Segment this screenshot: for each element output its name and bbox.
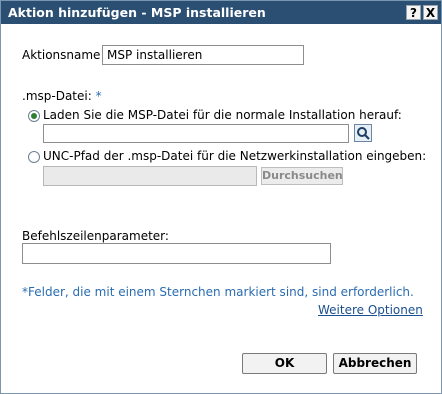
action-name-label: Aktionsname — [22, 48, 101, 62]
magnifier-icon — [357, 127, 370, 140]
required-marker: * — [95, 89, 102, 103]
required-fields-note: *Felder, die mit einem Sternchen markier… — [22, 285, 414, 299]
unc-path-input[interactable] — [43, 166, 257, 186]
radio-upload-msp[interactable] — [28, 110, 40, 122]
close-button[interactable]: X — [423, 5, 438, 20]
upload-file-input[interactable] — [43, 124, 349, 143]
radio-unc-label[interactable]: UNC-Pfad der .msp-Datei für die Netzwerk… — [43, 149, 426, 163]
browse-file-button[interactable] — [354, 124, 372, 142]
cmdline-params-label: Befehlszeilenparameter: — [22, 229, 169, 243]
browse-button[interactable]: Durchsuchen — [261, 167, 343, 185]
dialog: Aktion hinzufügen - MSP installieren ? X… — [0, 0, 442, 394]
msp-file-label-row: .msp-Datei: * — [22, 89, 102, 103]
cmdline-params-input[interactable] — [22, 243, 331, 264]
dialog-title: Aktion hinzufügen - MSP installieren — [8, 5, 266, 20]
title-bar: Aktion hinzufügen - MSP installieren ? X — [1, 1, 441, 24]
action-name-input[interactable]: MSP installieren — [102, 45, 304, 65]
cancel-button[interactable]: Abbrechen — [333, 353, 417, 374]
more-options-link[interactable]: Weitere Optionen — [318, 303, 423, 317]
ok-button[interactable]: OK — [242, 353, 327, 374]
radio-unc-path[interactable] — [28, 151, 40, 163]
msp-file-label: .msp-Datei: — [22, 89, 92, 103]
help-icon: ? — [410, 5, 417, 20]
close-icon: X — [425, 5, 436, 20]
radio-upload-label[interactable]: Laden Sie die MSP-Datei für die normale … — [43, 108, 402, 122]
help-button[interactable]: ? — [406, 5, 421, 20]
